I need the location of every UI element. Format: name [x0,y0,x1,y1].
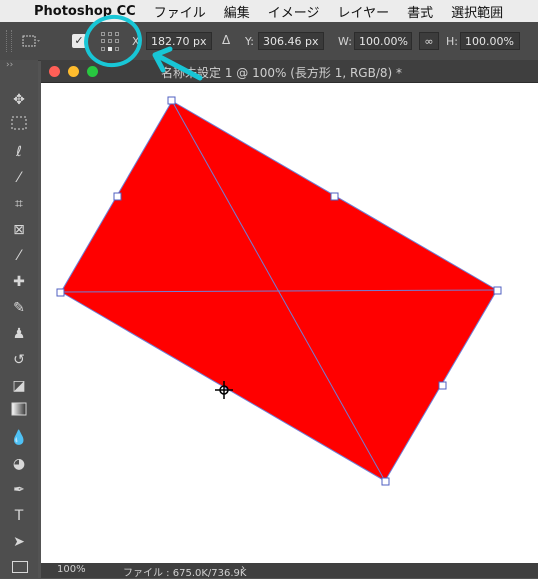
transform-handle-top-left-mid[interactable] [113,192,122,201]
transform-handle-top-right-mid[interactable] [330,192,339,201]
transform-handle-left[interactable] [56,288,65,297]
transform-handle-top[interactable] [167,96,176,105]
annotation-circle [84,14,142,68]
transform-handle-bottom-right-mid[interactable] [438,381,447,390]
shape-layer [56,14,502,486]
transform-handle-bottom[interactable] [381,477,390,486]
annotation-arrow-icon [152,46,203,81]
transform-handle-right[interactable] [493,286,502,295]
